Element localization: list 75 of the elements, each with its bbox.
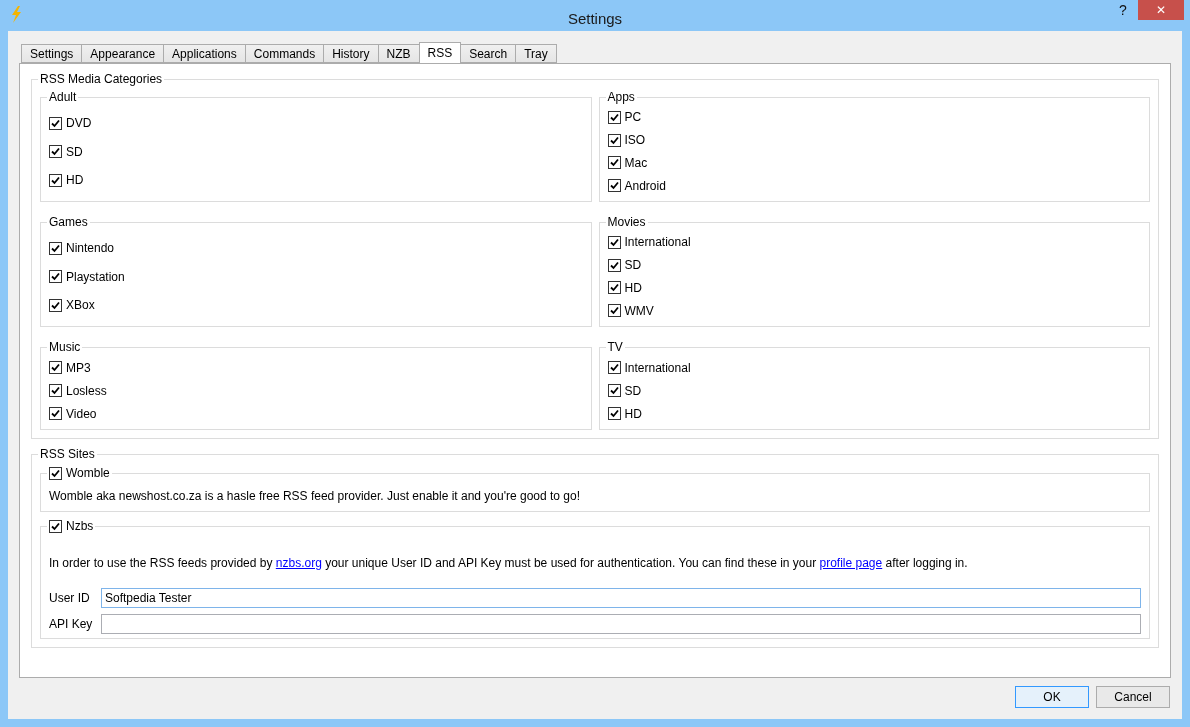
field-label: API Key: [49, 617, 94, 631]
checkbox-label[interactable]: SD: [624, 383, 642, 398]
tab[interactable]: History: [323, 44, 379, 63]
checkbox[interactable]: [49, 407, 62, 420]
checkbox-label[interactable]: XBox: [66, 298, 95, 312]
checkbox-label[interactable]: Nintendo: [66, 241, 115, 255]
tab[interactable]: Search: [460, 44, 517, 63]
lightning-icon: [10, 6, 22, 23]
checkbox-label[interactable]: HD: [624, 406, 642, 421]
checkbox[interactable]: [49, 173, 62, 187]
group-title: Movies: [606, 215, 647, 229]
checkbox[interactable]: [607, 110, 621, 124]
group-title: Music: [48, 340, 82, 354]
checkbox-label[interactable]: MP3: [66, 360, 91, 375]
checkbox[interactable]: [607, 235, 621, 249]
checkbox-label[interactable]: HD: [66, 173, 84, 187]
checkbox[interactable]: [49, 519, 62, 533]
checkbox[interactable]: [49, 270, 62, 283]
checkbox-label[interactable]: Video: [66, 406, 97, 421]
checkbox-label[interactable]: WMV: [624, 303, 654, 318]
checkbox-label[interactable]: Mac: [624, 155, 648, 170]
tab[interactable]: NZB: [377, 44, 420, 63]
checkbox-label[interactable]: Playstation: [66, 269, 125, 284]
group-title: RSS Media Categories: [39, 72, 164, 86]
link[interactable]: profile page: [819, 556, 883, 570]
checkbox-label[interactable]: Android: [624, 178, 666, 193]
checkbox[interactable]: [607, 179, 621, 193]
description-text: Womble aka newshost.co.za is a hasle free RSS feed provider. Just enable it and you're good to go!: [49, 489, 582, 503]
checkbox-label[interactable]: ISO: [624, 133, 646, 148]
link[interactable]: nzbs.org: [275, 556, 322, 570]
checkbox-label[interactable]: International: [624, 235, 691, 250]
input-field[interactable]: [101, 614, 1141, 634]
tab[interactable]: Appearance: [81, 44, 165, 63]
dialog-button[interactable]: OK: [1015, 686, 1089, 708]
group-title: TV: [606, 340, 624, 354]
checkbox[interactable]: [607, 304, 621, 318]
checkbox-label[interactable]: International: [624, 360, 691, 375]
group-title: Apps: [606, 90, 636, 104]
checkbox[interactable]: [49, 384, 62, 397]
checkbox[interactable]: [49, 361, 62, 374]
checkbox-label[interactable]: Womble: [66, 466, 110, 480]
group-title: RSS Sites: [39, 447, 96, 461]
checkbox[interactable]: [607, 133, 621, 147]
checkbox[interactable]: [49, 241, 62, 255]
checkbox[interactable]: [607, 384, 621, 397]
description-text: In order to use the RSS feeds provided by nzbs.org your unique User ID and API Key must be used for authentication. You can find these in your profile page after logging in.: [49, 556, 969, 570]
checkbox-label[interactable]: PC: [624, 110, 642, 125]
tab[interactable]: Tray: [515, 44, 557, 63]
tab[interactable]: RSS: [418, 42, 462, 63]
checkbox-label[interactable]: SD: [624, 258, 642, 273]
checkbox[interactable]: [607, 407, 621, 420]
checkbox-label[interactable]: SD: [66, 144, 83, 159]
group-title: Games: [48, 215, 89, 229]
tab[interactable]: Commands: [244, 44, 325, 63]
tab[interactable]: Settings: [21, 44, 83, 63]
checkbox-label[interactable]: DVD: [66, 116, 92, 130]
dialog-button[interactable]: Cancel: [1096, 686, 1170, 708]
checkbox[interactable]: [607, 258, 621, 272]
checkbox[interactable]: [49, 466, 62, 480]
input-field[interactable]: Softpedia Tester: [101, 588, 1141, 608]
close-button[interactable]: ✕: [1138, 0, 1184, 20]
checkbox-label[interactable]: HD: [624, 280, 642, 295]
checkbox-label[interactable]: Losless: [66, 383, 107, 398]
checkbox-label[interactable]: Nzbs: [66, 519, 94, 533]
window-title: Settings: [567, 10, 623, 27]
checkbox[interactable]: [49, 116, 62, 130]
field-label: User ID: [49, 591, 91, 605]
checkbox[interactable]: [607, 281, 621, 295]
checkbox[interactable]: [49, 145, 62, 158]
checkbox[interactable]: [607, 361, 621, 374]
checkbox[interactable]: [607, 156, 621, 170]
tab[interactable]: Applications: [163, 44, 246, 63]
help-button[interactable]: ?: [1110, 0, 1136, 20]
group-title: Adult: [48, 90, 78, 104]
checkbox[interactable]: [49, 298, 62, 312]
